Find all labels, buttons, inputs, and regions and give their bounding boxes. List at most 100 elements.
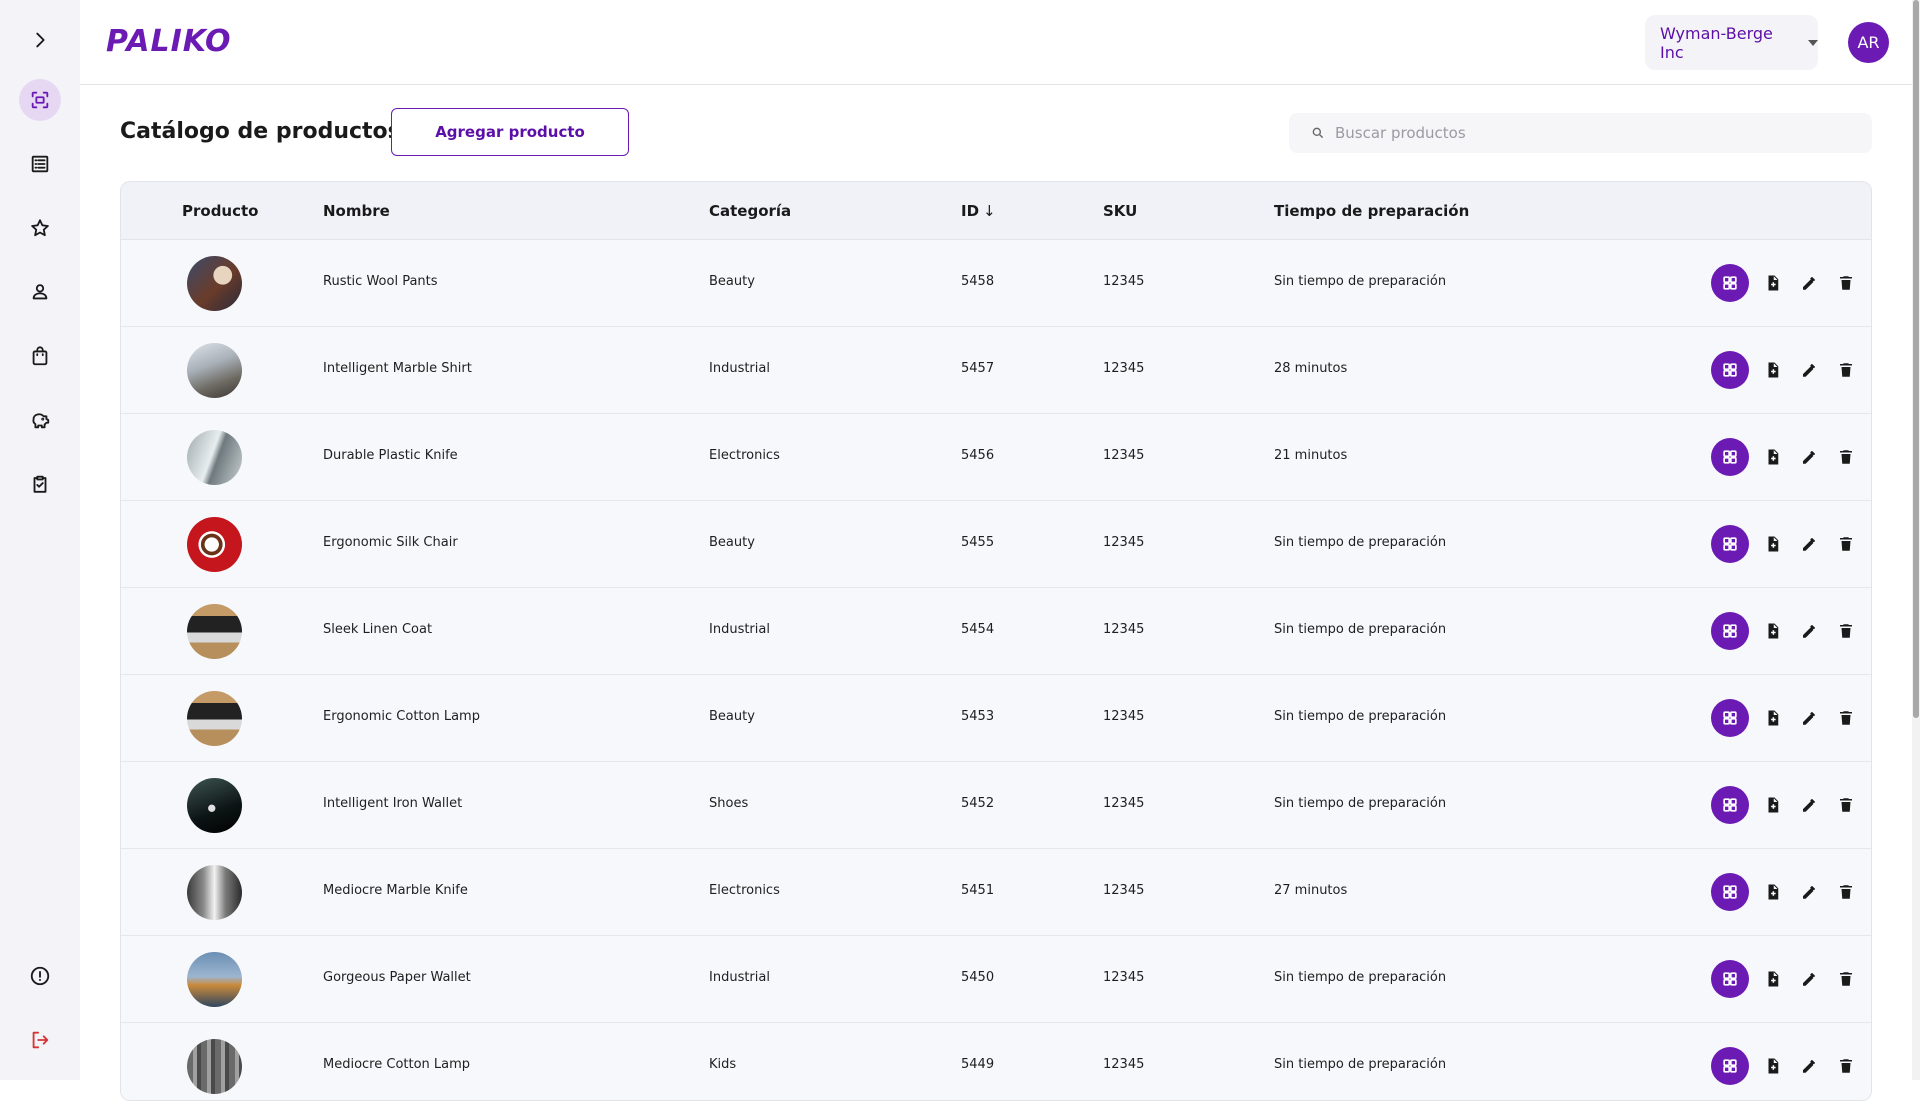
logo-text: PALIKO — [106, 23, 232, 59]
sidebar-item-savings[interactable] — [19, 399, 61, 441]
product-image — [187, 691, 242, 746]
search-box[interactable] — [1289, 113, 1872, 153]
sort-desc-icon[interactable]: ↓ — [983, 202, 996, 220]
expand-sidebar-button[interactable] — [19, 19, 61, 61]
pencil-icon — [1803, 886, 1815, 899]
table-row[interactable]: Gorgeous Paper Wallet Industrial 5450 12345… — [121, 936, 1871, 1023]
edit-button[interactable] — [1792, 527, 1826, 561]
variants-button[interactable] — [1711, 438, 1749, 476]
variants-button[interactable] — [1711, 786, 1749, 824]
delete-button[interactable] — [1829, 440, 1863, 474]
delete-button[interactable] — [1829, 788, 1863, 822]
add-document-button[interactable] — [1756, 1049, 1790, 1083]
scrollbar-thumb[interactable] — [1913, 0, 1919, 718]
column-header-name: Nombre — [323, 202, 390, 220]
variants-button[interactable] — [1711, 351, 1749, 389]
add-document-button[interactable] — [1756, 527, 1790, 561]
sidebar-item-orders[interactable] — [19, 143, 61, 185]
add-document-button[interactable] — [1756, 875, 1790, 909]
product-category: Kids — [709, 1057, 737, 1072]
variants-button[interactable] — [1711, 1047, 1749, 1085]
column-header-id[interactable]: ID ↓ — [961, 202, 996, 220]
table-row[interactable]: Ergonomic Silk Chair Beauty 5455 12345 Sin t… — [121, 501, 1871, 588]
sidebar-item-shop[interactable] — [19, 335, 61, 377]
file-add-icon — [1768, 884, 1779, 900]
edit-button[interactable] — [1792, 266, 1826, 300]
product-prep-time: Sin tiempo de preparación — [1274, 970, 1447, 985]
variants-button[interactable] — [1711, 612, 1749, 650]
variants-button[interactable] — [1711, 873, 1749, 911]
sidebar-item-catalog[interactable] — [19, 79, 61, 121]
delete-button[interactable] — [1829, 962, 1863, 996]
add-document-button[interactable] — [1756, 788, 1790, 822]
delete-button[interactable] — [1829, 353, 1863, 387]
add-document-button[interactable] — [1756, 440, 1790, 474]
delete-button[interactable] — [1829, 701, 1863, 735]
organization-select[interactable]: Wyman-Berge Inc — [1645, 15, 1818, 70]
table-row[interactable]: Ergonomic Cotton Lamp Beauty 5453 12345 Sin … — [121, 675, 1871, 762]
product-image — [187, 256, 242, 311]
table-row[interactable]: Mediocre Marble Knife Electronics 5451 1234… — [121, 849, 1871, 936]
info-icon — [30, 966, 50, 986]
product-sku: 12345 — [1103, 970, 1145, 985]
add-document-button[interactable] — [1756, 962, 1790, 996]
sidebar-item-tasks[interactable] — [19, 463, 61, 505]
trash-icon — [1840, 537, 1852, 551]
edit-button[interactable] — [1792, 440, 1826, 474]
sidebar-item-users[interactable] — [19, 271, 61, 313]
product-sku: 12345 — [1103, 1057, 1145, 1072]
add-document-button[interactable] — [1756, 701, 1790, 735]
product-prep-time: 27 minutos — [1274, 883, 1348, 898]
table-row[interactable]: Intelligent Iron Wallet Shoes 5452 12345 Sin… — [121, 762, 1871, 849]
search-input[interactable] — [1335, 124, 1835, 142]
delete-button[interactable] — [1829, 875, 1863, 909]
product-image — [187, 517, 242, 572]
edit-button[interactable] — [1792, 962, 1826, 996]
product-category: Shoes — [709, 796, 749, 811]
variants-button[interactable] — [1711, 960, 1749, 998]
table-row[interactable]: Sleek Linen Coat Industrial 5454 12345 Sin t… — [121, 588, 1871, 675]
product-category: Beauty — [709, 709, 755, 724]
product-id: 5454 — [961, 622, 995, 637]
delete-button[interactable] — [1829, 614, 1863, 648]
variants-button[interactable] — [1711, 699, 1749, 737]
edit-button[interactable] — [1792, 875, 1826, 909]
sidebar — [0, 0, 80, 1080]
help-button[interactable] — [19, 955, 61, 997]
pencil-icon — [1803, 538, 1815, 551]
product-sku: 12345 — [1103, 622, 1145, 637]
product-prep-time: Sin tiempo de preparación — [1274, 274, 1447, 289]
edit-button[interactable] — [1792, 353, 1826, 387]
add-document-button[interactable] — [1756, 266, 1790, 300]
delete-button[interactable] — [1829, 266, 1863, 300]
variants-button[interactable] — [1711, 264, 1749, 302]
sidebar-item-favorites[interactable] — [19, 207, 61, 249]
table-row[interactable]: Durable Plastic Knife Electronics 5456 1234… — [121, 414, 1871, 501]
avatar[interactable]: AR — [1848, 22, 1889, 63]
add-document-button[interactable] — [1756, 614, 1790, 648]
logo[interactable]: PALIKO — [106, 22, 232, 60]
delete-button[interactable] — [1829, 1049, 1863, 1083]
table-row[interactable]: Intelligent Marble Shirt Industrial 5457 12… — [121, 327, 1871, 414]
variants-button[interactable] — [1711, 525, 1749, 563]
add-document-button[interactable] — [1756, 353, 1790, 387]
product-prep-time: Sin tiempo de preparación — [1274, 1057, 1447, 1072]
file-add-icon — [1768, 1058, 1779, 1074]
scan-icon — [31, 91, 49, 109]
product-id: 5452 — [961, 796, 995, 811]
logout-button[interactable] — [19, 1019, 61, 1061]
table-row[interactable]: Rustic Wool Pants Beauty 5458 12345 Sin tiem… — [121, 240, 1871, 327]
product-image — [187, 343, 242, 398]
pencil-icon — [1803, 364, 1815, 377]
file-add-icon — [1768, 797, 1779, 813]
add-product-button[interactable]: Agregar producto — [391, 108, 629, 156]
edit-button[interactable] — [1792, 1049, 1826, 1083]
edit-button[interactable] — [1792, 788, 1826, 822]
bag-icon — [32, 346, 48, 366]
product-sku: 12345 — [1103, 796, 1145, 811]
delete-button[interactable] — [1829, 527, 1863, 561]
edit-button[interactable] — [1792, 614, 1826, 648]
edit-button[interactable] — [1792, 701, 1826, 735]
table-row[interactable]: Mediocre Cotton Lamp Kids 5449 12345 Sin tie… — [121, 1023, 1871, 1100]
product-name: Ergonomic Cotton Lamp — [323, 709, 480, 724]
